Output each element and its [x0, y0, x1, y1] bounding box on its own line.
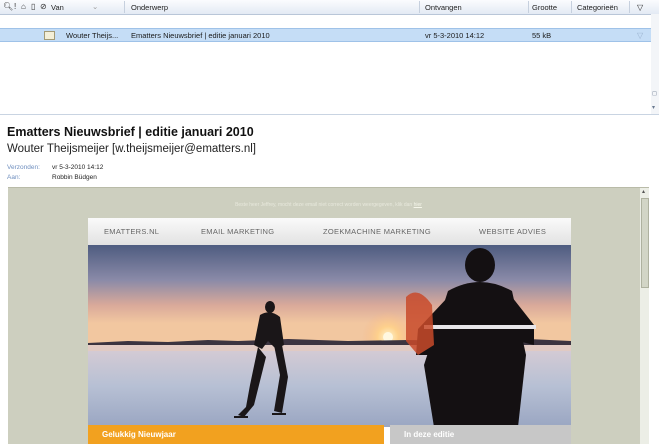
email-body: Beste heer Jeffrey, mocht deze email nie…: [8, 187, 649, 444]
sent-value: vr 5-3-2010 14:12: [52, 164, 104, 171]
to-label: Aan:: [7, 174, 21, 181]
row-received: vr 5-3-2010 14:12: [425, 31, 485, 40]
attachment-icon[interactable]: ⊘: [40, 2, 47, 11]
body-scrollbar[interactable]: ▴: [640, 188, 649, 444]
section-right-title: In deze editie: [404, 430, 455, 439]
column-from[interactable]: Van: [51, 3, 64, 12]
reminder-icon[interactable]: !: [14, 2, 16, 11]
sort-arrow-icon: ⌄: [92, 2, 99, 11]
to-line: Aan: Robbin Büdgen: [7, 174, 97, 181]
display-notice: Beste heer Jeffrey, mocht deze email nie…: [8, 202, 649, 208]
column-size[interactable]: Grootte: [532, 3, 557, 12]
row-size: 55 kB: [532, 31, 552, 40]
table-row[interactable]: Wouter Theijs... Ematters Nieuwsbrief | …: [0, 28, 651, 42]
column-subject[interactable]: Onderwerp: [131, 3, 168, 12]
importance-icon[interactable]: 🔍︎: [3, 2, 13, 11]
hero-image[interactable]: [88, 245, 571, 427]
nav-website-advies[interactable]: WEBSITE ADVIES: [479, 227, 546, 236]
nav-email-marketing[interactable]: EMAIL MARKETING: [201, 227, 274, 236]
flag-filter-icon[interactable]: ▽: [637, 3, 643, 12]
list-scrollbar[interactable]: ◻ ▾: [651, 14, 659, 114]
column-received[interactable]: Ontvangen: [425, 3, 462, 12]
document-icon[interactable]: ▯: [31, 2, 35, 11]
section-in-deze-editie: In deze editie: [390, 425, 571, 444]
section-left-title: Gelukkig Nieuwjaar: [102, 430, 176, 439]
scroll-up-icon[interactable]: ▴: [642, 188, 645, 195]
section-gelukkig-nieuwjaar: Gelukkig Nieuwjaar: [88, 425, 384, 444]
message-list: 🔍︎ ! ⌂ ▯ ⊘ Van ⌄ Onderwerp Ontvangen Gro…: [0, 0, 659, 115]
message-sender[interactable]: Wouter Theijsmeijer [w.theijsmeijer@emat…: [7, 143, 256, 155]
column-categories[interactable]: Categorieën: [577, 3, 618, 12]
sent-line: Verzonden: vr 5-3-2010 14:12: [7, 164, 103, 171]
newsletter: EMATTERS.NL EMAIL MARKETING ZOEKMACHINE …: [88, 218, 571, 444]
row-from: Wouter Theijs...: [66, 31, 119, 40]
to-value[interactable]: Robbin Büdgen: [52, 174, 97, 181]
envelope-icon: [44, 31, 55, 40]
scroll-down-icon[interactable]: ▾: [652, 104, 655, 111]
notice-text: Beste heer Jeffrey, mocht deze email nie…: [235, 202, 413, 208]
message-type-icon[interactable]: ⌂: [21, 2, 26, 11]
message-subject: Ematters Nieuwsbrief | editie januari 20…: [7, 125, 254, 139]
scroll-indicator-icon: ◻: [652, 91, 657, 97]
row-flag-icon[interactable]: ▽: [637, 31, 643, 40]
scrollbar-thumb[interactable]: [641, 198, 649, 288]
nav-zoekmachine-marketing[interactable]: ZOEKMACHINE MARKETING: [323, 227, 431, 236]
newsletter-nav: EMATTERS.NL EMAIL MARKETING ZOEKMACHINE …: [88, 218, 571, 246]
column-header: 🔍︎ ! ⌂ ▯ ⊘ Van ⌄ Onderwerp Ontvangen Gro…: [0, 0, 659, 15]
sent-label: Verzonden:: [7, 164, 40, 171]
notice-link[interactable]: hier: [414, 202, 422, 208]
row-subject: Ematters Nieuwsbrief | editie januari 20…: [131, 31, 270, 40]
nav-ematters[interactable]: EMATTERS.NL: [104, 227, 159, 236]
